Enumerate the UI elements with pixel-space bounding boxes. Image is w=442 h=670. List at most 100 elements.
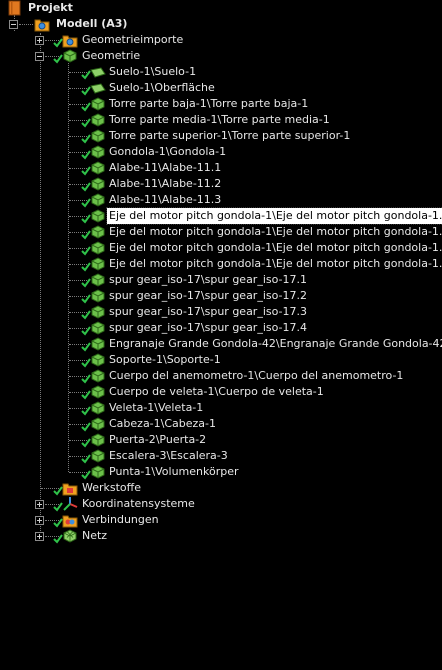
- coordinate-axes-icon: [62, 496, 78, 512]
- geometry-item-label: Punta-1\Volumenkörper: [109, 465, 239, 478]
- tree-node-geometry-item[interactable]: Alabe-11\Alabe-11.1: [0, 160, 442, 176]
- tree-node-geometry-item[interactable]: Cuerpo de veleta-1\Cuerpo de veleta-1: [0, 384, 442, 400]
- status-check-icon: [81, 86, 91, 96]
- geometry-item-label: Suelo-1\Suelo-1: [109, 65, 197, 78]
- solid-body-icon: [90, 192, 106, 208]
- tree-node-geometry-item[interactable]: Soporte-1\Soporte-1: [0, 352, 442, 368]
- tree-node-geometry-item[interactable]: Gondola-1\Gondola-1: [0, 144, 442, 160]
- tree-node-materials[interactable]: Werkstoffe: [0, 480, 442, 496]
- solid-body-icon: [90, 384, 106, 400]
- geometry-item-label: Suelo-1\Oberfläche: [109, 81, 215, 94]
- status-check-icon: [81, 310, 91, 320]
- tree-node-geometry-item[interactable]: Alabe-11\Alabe-11.2: [0, 176, 442, 192]
- geometry-item-label: spur gear_iso-17\spur gear_iso-17.4: [109, 321, 308, 334]
- materials-label: Werkstoffe: [82, 481, 142, 494]
- geometry-item-label: Torre parte superior-1\Torre parte super…: [109, 129, 351, 142]
- solid-body-icon: [90, 176, 106, 192]
- solid-body-icon: [90, 144, 106, 160]
- geometry-collapse-toggle[interactable]: [35, 52, 44, 61]
- solid-body-icon: [90, 288, 106, 304]
- tree-node-geometry-item[interactable]: spur gear_iso-17\spur gear_iso-17.4: [0, 320, 442, 336]
- status-check-icon: [81, 438, 91, 448]
- geometry-item-label: Gondola-1\Gondola-1: [109, 145, 227, 158]
- tree-node-geometry-item[interactable]: spur gear_iso-17\spur gear_iso-17.1: [0, 272, 442, 288]
- tree-node-mesh[interactable]: Netz: [0, 528, 442, 544]
- tree-node-geometry-item[interactable]: Suelo-1\Suelo-1: [0, 64, 442, 80]
- geometry-item-label: Alabe-11\Alabe-11.2: [109, 177, 222, 190]
- status-check-icon: [53, 534, 63, 544]
- connections-expand-toggle[interactable]: [35, 516, 44, 525]
- geometry-label: Geometrie: [82, 49, 141, 62]
- coordinate-systems-label: Koordinatensysteme: [82, 497, 195, 510]
- geometry-item-label: Torre parte baja-1\Torre parte baja-1: [109, 97, 309, 110]
- status-check-icon: [53, 518, 63, 528]
- mesh-expand-toggle[interactable]: [35, 532, 44, 541]
- tree-node-geometry-item[interactable]: Eje del motor pitch gondola-1\Eje del mo…: [0, 240, 442, 256]
- solid-body-icon: [90, 96, 106, 112]
- tree-node-coordinate-systems[interactable]: Koordinatensysteme: [0, 496, 442, 512]
- solid-body-icon: [90, 432, 106, 448]
- model-label: Modell (A3): [56, 17, 128, 30]
- geometry-item-label: Eje del motor pitch gondola-1\Eje del mo…: [109, 241, 442, 254]
- status-check-icon: [81, 118, 91, 128]
- solid-body-icon: [90, 304, 106, 320]
- tree-node-geometry-item[interactable]: Torre parte superior-1\Torre parte super…: [0, 128, 442, 144]
- coordinate-systems-expand-toggle[interactable]: [35, 500, 44, 509]
- status-check-icon: [53, 486, 63, 496]
- tree-node-geometry[interactable]: Geometrie: [0, 48, 442, 64]
- tree-node-geometry-imports[interactable]: Geometrieimporte: [0, 32, 442, 48]
- materials-icon: [62, 480, 78, 496]
- tree-node-geometry-item[interactable]: Cabeza-1\Cabeza-1: [0, 416, 442, 432]
- geometry-item-label: spur gear_iso-17\spur gear_iso-17.1: [109, 273, 308, 286]
- tree-node-geometry-item[interactable]: spur gear_iso-17\spur gear_iso-17.3: [0, 304, 442, 320]
- geometry-item-label: Veleta-1\Veleta-1: [109, 401, 204, 414]
- tree-node-geometry-item[interactable]: Engranaje Grande Gondola-42\Engranaje Gr…: [0, 336, 442, 352]
- geometry-item-label: Eje del motor pitch gondola-1\Eje del mo…: [109, 225, 442, 238]
- geometry-icon: [62, 48, 78, 64]
- tree-node-geometry-item[interactable]: Punta-1\Volumenkörper: [0, 464, 442, 480]
- status-check-icon: [81, 198, 91, 208]
- tree-node-geometry-item[interactable]: Veleta-1\Veleta-1: [0, 400, 442, 416]
- tree-node-geometry-item[interactable]: Alabe-11\Alabe-11.3: [0, 192, 442, 208]
- geometry-item-label: Eje del motor pitch gondola-1\Eje del mo…: [105, 207, 442, 225]
- geometry-item-label: Alabe-11\Alabe-11.1: [109, 161, 222, 174]
- tree-node-geometry-item[interactable]: Torre parte baja-1\Torre parte baja-1: [0, 96, 442, 112]
- geometry-item-label: spur gear_iso-17\spur gear_iso-17.2: [109, 289, 308, 302]
- tree-node-project[interactable]: Projekt: [0, 0, 442, 16]
- geometry-imports-expand-toggle[interactable]: [35, 36, 44, 45]
- solid-body-icon: [90, 320, 106, 336]
- tree-node-connections[interactable]: Verbindungen: [0, 512, 442, 528]
- geometry-item-label: Cuerpo de veleta-1\Cuerpo de veleta-1: [109, 385, 324, 398]
- tree-node-model[interactable]: Modell (A3): [0, 16, 442, 32]
- geometry-item-label: Engranaje Grande Gondola-42\Engranaje Gr…: [109, 337, 442, 350]
- geometry-item-label: Soporte-1\Soporte-1: [109, 353, 221, 366]
- model-collapse-toggle[interactable]: [9, 20, 18, 29]
- solid-body-icon: [90, 240, 106, 256]
- solid-body-icon: [90, 352, 106, 368]
- tree-node-geometry-item[interactable]: Cuerpo del anemometro-1\Cuerpo del anemo…: [0, 368, 442, 384]
- geometry-item-label: spur gear_iso-17\spur gear_iso-17.3: [109, 305, 308, 318]
- tree-node-geometry-item[interactable]: Eje del motor pitch gondola-1\Eje del mo…: [0, 207, 442, 225]
- solid-body-icon: [90, 112, 106, 128]
- status-check-icon: [81, 470, 91, 480]
- mesh-label: Netz: [82, 529, 108, 542]
- project-tree-panel: Projekt Modell (A3) Geometrieimporte Geo…: [0, 0, 442, 670]
- tree-node-geometry-item[interactable]: Torre parte media-1\Torre parte media-1: [0, 112, 442, 128]
- tree-node-geometry-item[interactable]: Escalera-3\Escalera-3: [0, 448, 442, 464]
- project-book-icon: [7, 0, 23, 16]
- status-check-icon: [81, 294, 91, 304]
- tree-node-geometry-item[interactable]: Eje del motor pitch gondola-1\Eje del mo…: [0, 224, 442, 240]
- connections-icon: [62, 512, 78, 528]
- tree-node-geometry-item[interactable]: spur gear_iso-17\spur gear_iso-17.2: [0, 288, 442, 304]
- tree-node-geometry-item[interactable]: Puerta-2\Puerta-2: [0, 432, 442, 448]
- status-check-icon: [81, 342, 91, 352]
- solid-body-icon: [90, 336, 106, 352]
- solid-body-icon: [90, 448, 106, 464]
- connections-label: Verbindungen: [82, 513, 159, 526]
- solid-body-icon: [90, 368, 106, 384]
- status-check-icon: [81, 358, 91, 368]
- status-check-icon: [53, 38, 63, 48]
- tree-node-geometry-item[interactable]: Suelo-1\Oberfläche: [0, 80, 442, 96]
- tree-node-geometry-item[interactable]: Eje del motor pitch gondola-1\Eje del mo…: [0, 256, 442, 272]
- status-check-icon: [81, 374, 91, 384]
